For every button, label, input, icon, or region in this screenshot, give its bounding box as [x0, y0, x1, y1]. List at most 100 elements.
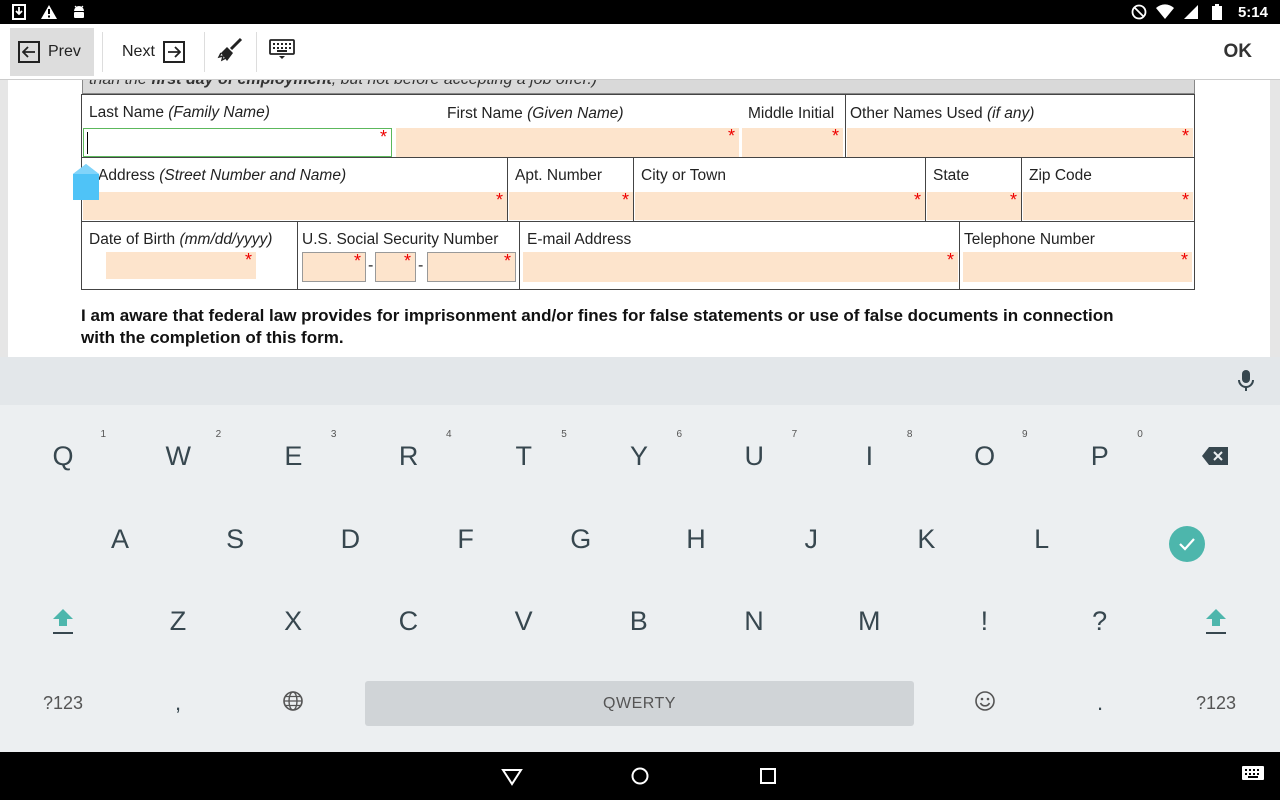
apt-number-label: Apt. Number	[515, 167, 603, 184]
required-marker: *	[379, 127, 387, 147]
penalty-notice: I am aware that federal law provides for…	[81, 306, 1114, 347]
key-b[interactable]: B	[594, 586, 684, 656]
symbols-key-right[interactable]: ?123	[1171, 668, 1261, 738]
prev-button[interactable]: Prev	[10, 28, 94, 76]
back-icon[interactable]	[500, 764, 524, 788]
required-marker: *	[727, 126, 735, 146]
state-cell: State *	[926, 158, 1022, 221]
key-hint: 6	[676, 429, 682, 440]
shift-right-key[interactable]	[1171, 586, 1261, 656]
ok-button[interactable]: OK	[1224, 41, 1253, 63]
key-label: O	[974, 440, 996, 471]
key-f[interactable]: F	[421, 504, 511, 574]
address-label: Address (Street Number and Name)	[98, 167, 347, 184]
required-marker: *	[946, 250, 954, 270]
key-w[interactable]: W2	[133, 421, 223, 491]
ssn-part1-field[interactable]: *	[302, 251, 366, 282]
key-d[interactable]: D	[305, 504, 395, 574]
other-names-field[interactable]: *	[847, 126, 1193, 157]
key-p[interactable]: P0	[1055, 421, 1145, 491]
key-m[interactable]: M	[824, 586, 914, 656]
shift-left-key[interactable]	[18, 586, 108, 656]
home-icon[interactable]	[628, 764, 652, 788]
period-key[interactable]: .	[1055, 668, 1145, 738]
suggestion-strip	[0, 357, 1280, 405]
first-name-field[interactable]: *	[396, 126, 739, 157]
arrow-left-icon	[18, 41, 40, 63]
key-g[interactable]: G	[536, 504, 626, 574]
key-c[interactable]: C	[363, 586, 453, 656]
microphone-icon[interactable]	[1236, 369, 1256, 393]
other-names-label: Other Names Used (if any)	[850, 105, 1035, 122]
key-j[interactable]: J	[766, 504, 856, 574]
middle-initial-field[interactable]: *	[742, 126, 843, 157]
toggle-keyboard-button[interactable]	[264, 28, 300, 76]
key-label: I	[865, 440, 874, 471]
key-l[interactable]: L	[997, 504, 1087, 574]
ssn-part2-field[interactable]: *	[375, 251, 416, 282]
key-n[interactable]: N	[709, 586, 799, 656]
space-bar[interactable]: QWERTY	[365, 681, 914, 726]
ssn-part3-field[interactable]: *	[427, 251, 516, 282]
city-label: City or Town	[641, 167, 726, 184]
key-z[interactable]: Z	[133, 586, 223, 656]
address-field[interactable]: *	[83, 190, 507, 220]
key-q[interactable]: Q1	[18, 421, 108, 491]
text-cursor-handle[interactable]	[72, 164, 100, 200]
symbols-key-left[interactable]: ?123	[18, 668, 108, 738]
key-u[interactable]: U7	[709, 421, 799, 491]
next-label: Next	[122, 43, 155, 60]
clear-field-button[interactable]	[212, 28, 248, 76]
language-key[interactable]	[248, 668, 338, 738]
key-v[interactable]: V	[479, 586, 569, 656]
key-i[interactable]: I8	[824, 421, 914, 491]
zip-cell: Zip Code *	[1022, 158, 1194, 221]
next-button[interactable]: Next	[110, 28, 200, 76]
key-label: Q	[52, 440, 74, 471]
key-o[interactable]: O9	[940, 421, 1030, 491]
recents-icon[interactable]	[756, 764, 780, 788]
document-viewport[interactable]: than the first day of employment, but no…	[0, 80, 1280, 357]
key-hint: 5	[561, 429, 567, 440]
emoji-key[interactable]	[940, 668, 1030, 738]
wifi-icon	[1155, 3, 1174, 21]
last-name-field[interactable]: *	[83, 127, 392, 157]
apt-number-field[interactable]: *	[509, 190, 633, 220]
navigation-bar	[0, 752, 1280, 800]
key-t[interactable]: T5	[479, 421, 569, 491]
key-h[interactable]: H	[651, 504, 741, 574]
key-r[interactable]: R4	[364, 421, 454, 491]
email-field[interactable]: *	[523, 250, 958, 282]
dob-cell: Date of Birth (mm/dd/yyyy) *	[82, 222, 298, 289]
state-field[interactable]: *	[927, 190, 1021, 220]
key-y[interactable]: Y6	[594, 421, 684, 491]
key-s[interactable]: S	[190, 504, 280, 574]
key-label: T	[515, 440, 533, 471]
key-e[interactable]: E3	[248, 421, 338, 491]
enter-key[interactable]	[1169, 526, 1205, 562]
other-names-cell: Other Names Used (if any) *	[846, 95, 1194, 157]
key-hint: 3	[330, 429, 337, 440]
city-cell: City or Town *	[634, 158, 926, 221]
backspace-key[interactable]	[1170, 421, 1260, 491]
comma-key[interactable]: ,	[133, 668, 223, 738]
zip-code-field[interactable]: *	[1023, 190, 1193, 220]
name-row: Last Name (Family Name) First Name (Give…	[81, 94, 1195, 158]
key-exclamation[interactable]: !	[939, 586, 1029, 656]
city-field[interactable]: *	[635, 190, 925, 220]
phone-field[interactable]: *	[963, 250, 1192, 282]
key-hint: 9	[1022, 429, 1028, 440]
email-cell: E-mail Address *	[520, 222, 960, 289]
key-a[interactable]: A	[75, 504, 165, 574]
contact-row: Date of Birth (mm/dd/yyyy) * U.S. Social…	[81, 222, 1195, 290]
key-question[interactable]: ?	[1055, 586, 1145, 656]
signal-icon	[1182, 3, 1200, 21]
middle-initial-label: Middle Initial	[748, 105, 835, 122]
key-hint: 1	[100, 429, 106, 440]
address-row: Address (Street Number and Name) * Apt. …	[81, 158, 1195, 222]
key-k[interactable]: K	[881, 504, 971, 574]
keyboard-switcher-icon[interactable]	[1242, 766, 1266, 790]
dob-field[interactable]: *	[106, 250, 256, 279]
phone-cell: Telephone Number *	[960, 222, 1194, 289]
key-x[interactable]: X	[248, 586, 338, 656]
